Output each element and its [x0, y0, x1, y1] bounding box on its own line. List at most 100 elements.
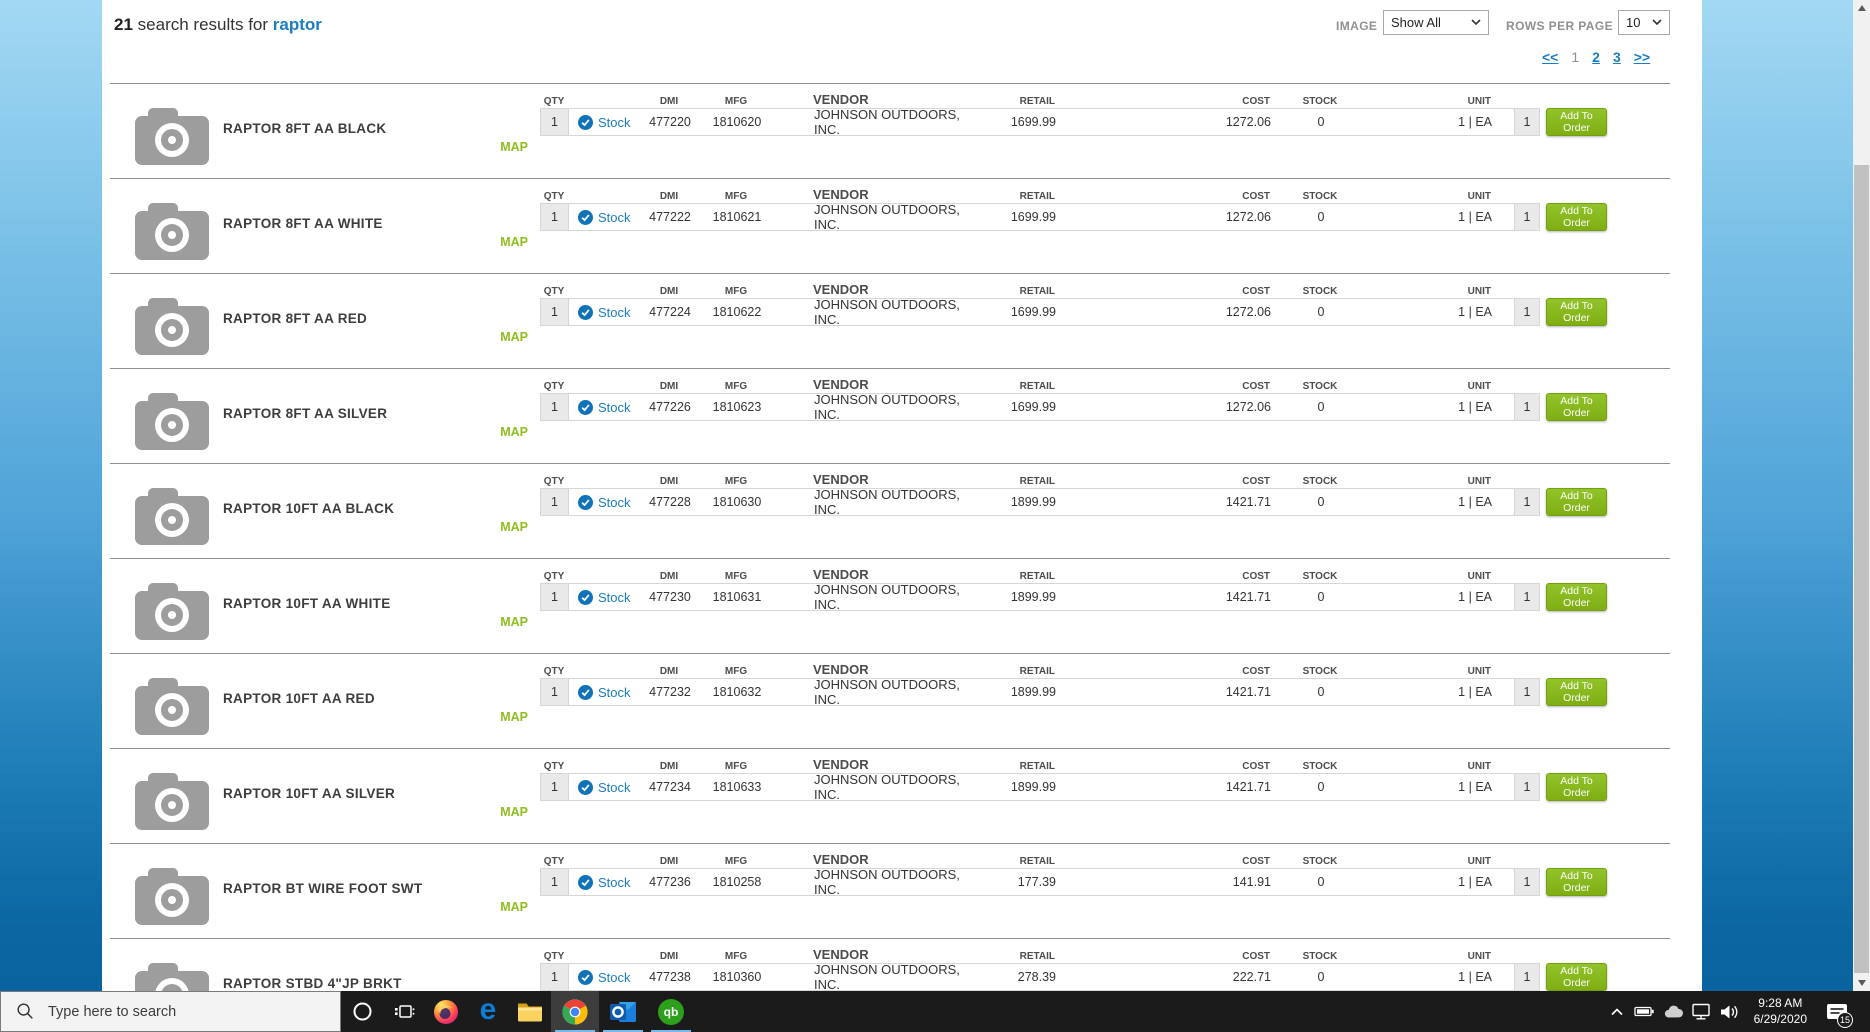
order-qty-input[interactable]: 1 [1514, 774, 1539, 800]
add-to-order-button[interactable]: Add To Order [1546, 868, 1607, 896]
add-to-order-button[interactable]: Add To Order [1546, 773, 1607, 801]
add-to-order-button[interactable]: Add To Order [1546, 488, 1607, 516]
file-explorer-button[interactable] [509, 991, 551, 1032]
order-qty-input[interactable]: 1 [1514, 679, 1539, 705]
column-header-blank [568, 472, 642, 487]
strip-spacer [1492, 299, 1514, 325]
vendor-value: JOHNSON OUTDOORS, INC. [814, 107, 960, 137]
camera-placeholder-icon [135, 297, 209, 355]
map-link[interactable]: MAP [438, 425, 528, 439]
column-header-retail: RETAIL [1019, 286, 1055, 297]
network-status-button[interactable] [1689, 991, 1713, 1032]
add-to-order-button[interactable]: Add To Order [1546, 108, 1607, 136]
edge-button[interactable]: e [467, 991, 509, 1032]
image-filter-select[interactable]: Show All [1383, 10, 1489, 35]
map-link[interactable]: MAP [438, 520, 528, 534]
scroll-up-arrow[interactable] [1853, 0, 1870, 16]
pagination-prev[interactable]: << [1542, 49, 1558, 65]
add-to-order-button[interactable]: Add To Order [1546, 393, 1607, 421]
taskbar-clock[interactable]: 9:28 AM 6/29/2020 [1754, 996, 1807, 1027]
add-to-order-button[interactable]: Add To Order [1546, 678, 1607, 706]
pagination-page-2[interactable]: 2 [1592, 49, 1600, 65]
map-link[interactable]: MAP [438, 900, 528, 914]
stock-link[interactable]: Stock [598, 590, 631, 605]
order-qty-input[interactable]: 1 [1514, 109, 1539, 135]
column-header-qty: QTY [543, 951, 565, 962]
tray-chevron-up-button[interactable] [1605, 991, 1629, 1032]
order-qty-input[interactable]: 1 [1514, 584, 1539, 610]
mfg-value: 1810360 [712, 970, 762, 984]
order-qty-input[interactable]: 1 [1514, 394, 1539, 420]
stock-value: 0 [1317, 970, 1325, 984]
column-header-dmi: DMI [659, 856, 679, 867]
stock-value: 0 [1317, 115, 1325, 129]
action-center-button[interactable]: 15 [1820, 991, 1854, 1032]
product-name-link[interactable]: RAPTOR 8FT AA WHITE [223, 216, 383, 231]
order-qty-input[interactable]: 1 [1514, 964, 1539, 990]
order-qty-input[interactable]: 1 [1514, 204, 1539, 230]
product-name-link[interactable]: RAPTOR STBD 4"JP BRKT [223, 976, 402, 991]
pagination-page-1-current[interactable]: 1 [1571, 49, 1579, 65]
stock-link[interactable]: Stock [598, 115, 631, 130]
stock-link[interactable]: Stock [598, 305, 631, 320]
scroll-down-arrow[interactable] [1853, 975, 1870, 991]
product-name-link[interactable]: RAPTOR 10FT AA BLACK [223, 501, 394, 516]
order-qty-input[interactable]: 1 [1514, 299, 1539, 325]
order-qty-input[interactable]: 1 [1514, 869, 1539, 895]
chrome-button[interactable] [551, 991, 599, 1032]
stock-status-cell: Stock [569, 489, 643, 515]
scrollbar-thumb[interactable] [1854, 165, 1869, 973]
map-link[interactable]: MAP [438, 140, 528, 154]
column-header-mfg: MFG [724, 571, 748, 582]
add-to-order-button[interactable]: Add To Order [1546, 298, 1607, 326]
outlook-button[interactable] [599, 991, 647, 1032]
stock-link[interactable]: Stock [598, 875, 631, 890]
strip-spacer [1492, 204, 1514, 230]
stock-link[interactable]: Stock [598, 970, 631, 985]
add-to-order-button[interactable]: Add To Order [1546, 203, 1607, 231]
stock-link[interactable]: Stock [598, 400, 631, 415]
onedrive-status-button[interactable] [1661, 991, 1685, 1032]
taskbar-search-input[interactable]: Type here to search [0, 991, 341, 1032]
pagination-page-3[interactable]: 3 [1613, 49, 1621, 65]
pagination-next[interactable]: >> [1634, 49, 1650, 65]
stock-link[interactable]: Stock [598, 495, 631, 510]
stock-link[interactable]: Stock [598, 780, 631, 795]
map-link[interactable]: MAP [438, 805, 528, 819]
notification-count-badge: 15 [1837, 1012, 1853, 1028]
task-view-button[interactable] [383, 991, 425, 1032]
retail-value: 1699.99 [1010, 305, 1056, 319]
firefox-icon [434, 999, 458, 1024]
product-name-link[interactable]: RAPTOR 10FT AA RED [223, 691, 375, 706]
camera-placeholder-icon [135, 582, 209, 640]
dmi-value: 477236 [649, 875, 691, 889]
column-headers: QTY DMI MFG VENDOR RETAIL COST STOCK UNI… [540, 187, 1491, 202]
cortana-button[interactable] [341, 991, 383, 1032]
order-qty-input[interactable]: 1 [1514, 489, 1539, 515]
add-to-order-button[interactable]: Add To Order [1546, 963, 1607, 991]
product-name-link[interactable]: RAPTOR 8FT AA RED [223, 311, 367, 326]
battery-status-button[interactable] [1633, 991, 1657, 1032]
product-name-link[interactable]: RAPTOR BT WIRE FOOT SWT [223, 881, 422, 896]
map-link[interactable]: MAP [438, 235, 528, 249]
column-header-dmi: DMI [659, 951, 679, 962]
cost-value: 1421.71 [1225, 685, 1271, 699]
product-name-link[interactable]: RAPTOR 8FT AA SILVER [223, 406, 387, 421]
volume-button[interactable] [1717, 991, 1741, 1032]
quickbooks-button[interactable]: qb [647, 991, 695, 1032]
column-header-mfg: MFG [724, 191, 748, 202]
product-name-link[interactable]: RAPTOR 10FT AA WHITE [223, 596, 391, 611]
stock-link[interactable]: Stock [598, 210, 631, 225]
product-name-link[interactable]: RAPTOR 10FT AA SILVER [223, 786, 395, 801]
map-link[interactable]: MAP [438, 710, 528, 724]
product-row: RAPTOR 8FT AA RED MAP QTY DMI MFG VENDOR… [110, 273, 1670, 368]
firefox-button[interactable] [425, 991, 467, 1032]
stock-link[interactable]: Stock [598, 685, 631, 700]
product-name-link[interactable]: RAPTOR 8FT AA BLACK [223, 121, 386, 136]
rows-per-page-select[interactable]: 10 [1618, 10, 1670, 35]
map-link[interactable]: MAP [438, 615, 528, 629]
add-to-order-button[interactable]: Add To Order [1546, 583, 1607, 611]
map-link[interactable]: MAP [438, 330, 528, 344]
scrollbar [1853, 0, 1870, 991]
column-header-qty: QTY [543, 96, 565, 107]
